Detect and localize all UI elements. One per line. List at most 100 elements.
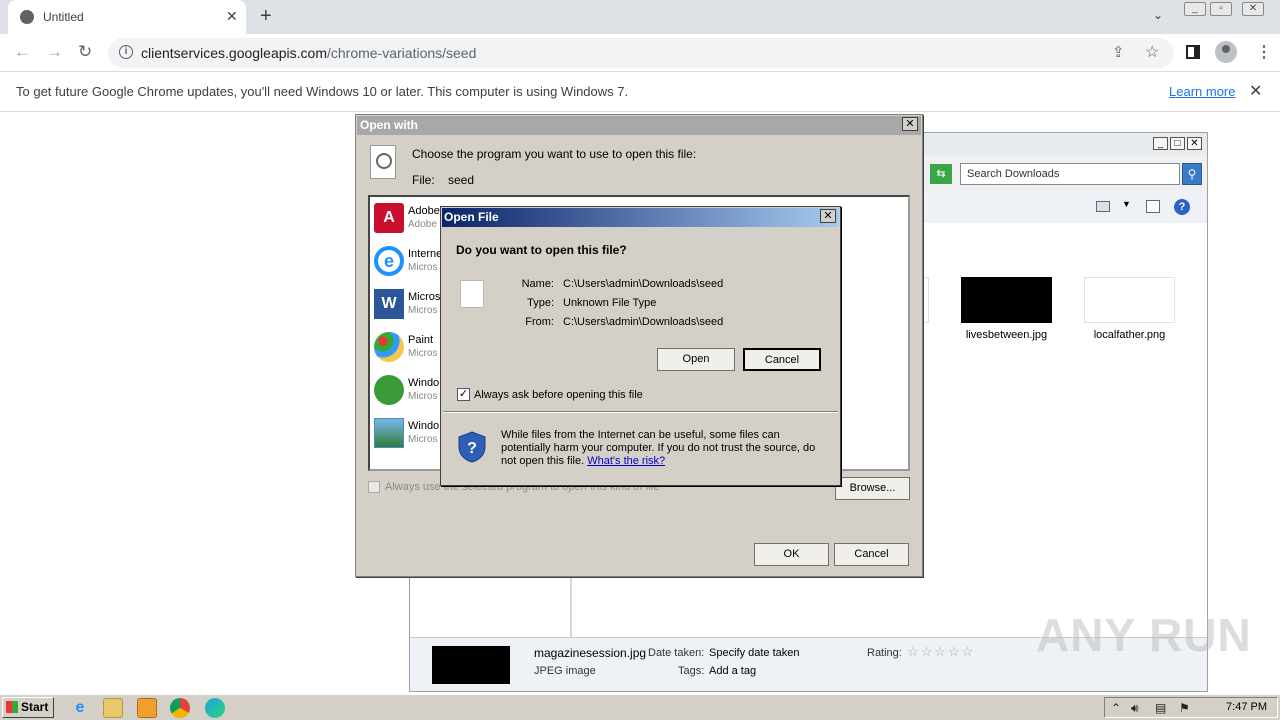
explorer-taskbar-icon[interactable] [103,698,123,718]
thumbnail-localfather[interactable]: localfather.png [1084,277,1175,341]
search-icon[interactable]: ⚲ [1182,163,1202,185]
tray-expand-icon[interactable]: ⌃ [1111,701,1121,715]
thumbnail-livesbetween[interactable]: livesbetween.jpg [961,277,1052,341]
anyrun-watermark: ANY RUN [1036,609,1252,661]
reload-icon[interactable]: ↻ [78,42,92,62]
details-file-name: magazinesession.jpg [534,646,647,660]
details-preview-image [432,646,510,684]
program-sub: Micros [408,305,438,316]
url-text[interactable]: clientservices.googleapis.com/chrome-var… [141,45,476,61]
type-value: Unknown File Type [563,297,657,309]
type-label: Type: [527,297,554,309]
blank-file-icon [460,280,484,308]
open-with-instruction: Choose the program you want to use to op… [412,147,697,161]
refresh-icon[interactable]: ⇆ [930,164,952,184]
minimize-button[interactable]: _ [1184,2,1206,16]
tab-search-icon[interactable]: ⌄ [1153,8,1163,22]
network-icon[interactable]: ▤ [1155,701,1166,715]
ie-taskbar-icon[interactable]: e [70,698,90,718]
security-warning-text: While files from the Internet can be use… [501,429,816,467]
explorer-minimize-button[interactable]: _ [1153,137,1168,150]
adobe-reader-icon: A [374,203,404,233]
views-dropdown-icon[interactable]: ▼ [1122,199,1131,209]
explorer-close-button[interactable]: ✕ [1187,137,1202,150]
open-file-question: Do you want to open this file? [456,243,627,257]
thumbnail-image [1084,277,1175,323]
always-ask-label: Always ask before opening this file [474,389,643,401]
close-window-button[interactable]: ✕ [1242,2,1264,16]
thumbnail-caption: livesbetween.jpg [965,329,1048,341]
file-label: File: [412,173,435,187]
media-player-taskbar-icon[interactable] [137,698,157,718]
program-name: Windo [408,377,440,389]
open-button[interactable]: Open [657,348,735,371]
name-label: Name: [521,278,554,290]
open-with-close-button[interactable]: ✕ [902,117,918,131]
share-icon[interactable]: ⇪ [1112,43,1125,61]
infobar-close-icon[interactable]: ✕ [1249,81,1262,101]
details-file-type: JPEG image [534,665,596,677]
always-use-checkbox[interactable] [368,481,380,493]
new-tab-button[interactable]: + [260,5,272,28]
rating-label: Rating: [867,647,902,659]
explorer-maximize-button[interactable]: □ [1170,137,1185,150]
magnifier-document-icon [370,145,396,179]
ok-button[interactable]: OK [754,543,829,566]
whats-the-risk-link[interactable]: What's the risk? [587,455,665,467]
restore-button[interactable]: ▫ [1210,2,1232,16]
rating-stars[interactable]: ☆☆☆☆☆ [907,644,975,660]
program-sub: Micros [408,348,438,359]
edge-taskbar-icon[interactable] [205,698,225,718]
program-sub: Micros [408,262,438,273]
name-value: C:\Users\admin\Downloads\seed [563,278,724,290]
taskbar: Start e ⌃ 🔊︎ ▤ ⚑ 7:47 PM [0,694,1280,720]
chrome-taskbar-icon[interactable] [170,698,190,718]
file-value: seed [448,173,475,187]
open-file-cancel-button[interactable]: Cancel [743,348,821,371]
date-taken-value[interactable]: Specify date taken [709,647,800,659]
side-panel-icon[interactable] [1186,45,1200,59]
preview-pane-icon[interactable] [1146,200,1160,213]
program-sub: Micros [408,434,438,445]
infobar-message: To get future Google Chrome updates, you… [16,84,629,99]
globe-icon [20,10,34,24]
tab-untitled[interactable]: Untitled ✕ [8,0,246,34]
browse-button[interactable]: Browse... [835,477,910,500]
learn-more-link[interactable]: Learn more [1169,84,1235,99]
always-ask-checkbox[interactable]: ✓ [457,388,470,401]
views-icon[interactable] [1096,201,1110,212]
clock[interactable]: 7:47 PM [1226,701,1267,713]
update-infobar: To get future Google Chrome updates, you… [0,72,1280,112]
browser-toolbar: ← → ↻ i clientservices.googleapis.com/ch… [0,34,1280,72]
tags-label: Tags: [678,665,705,677]
program-name: Interne [408,248,443,260]
thumbnail-image [961,277,1052,323]
word-icon: W [374,289,404,319]
start-button[interactable]: Start [2,697,54,718]
kebab-menu-icon[interactable]: ⋮ [1256,42,1272,62]
search-downloads-input[interactable]: Search Downloads [960,163,1180,185]
star-icon[interactable]: ☆ [1145,42,1159,62]
windows-media-icon [374,375,404,405]
svg-text:?: ? [467,440,477,457]
tab-close-icon[interactable]: ✕ [226,8,238,25]
help-icon[interactable]: ? [1174,199,1190,215]
open-file-close-button[interactable]: ✕ [820,209,836,223]
open-with-cancel-button[interactable]: Cancel [834,543,909,566]
open-file-title: Open File [442,208,839,227]
back-arrow-icon[interactable]: ← [14,42,31,62]
volume-icon[interactable]: 🔊︎ [1131,701,1139,716]
program-name: Paint [408,334,434,346]
photo-viewer-icon [374,418,404,448]
address-bar[interactable]: i clientservices.googleapis.com/chrome-v… [108,38,1174,68]
thumbnail-caption: localfather.png [1093,329,1166,341]
program-name: Micros [408,291,441,303]
profile-avatar-icon[interactable] [1215,41,1237,63]
forward-arrow-icon[interactable]: → [46,42,63,62]
from-label: From: [525,316,554,328]
site-info-icon[interactable]: i [119,45,133,59]
program-sub: Adobe [408,219,437,230]
from-value: C:\Users\admin\Downloads\seed [563,316,724,328]
tags-value[interactable]: Add a tag [709,665,756,677]
action-center-flag-icon[interactable]: ⚑ [1179,701,1190,715]
